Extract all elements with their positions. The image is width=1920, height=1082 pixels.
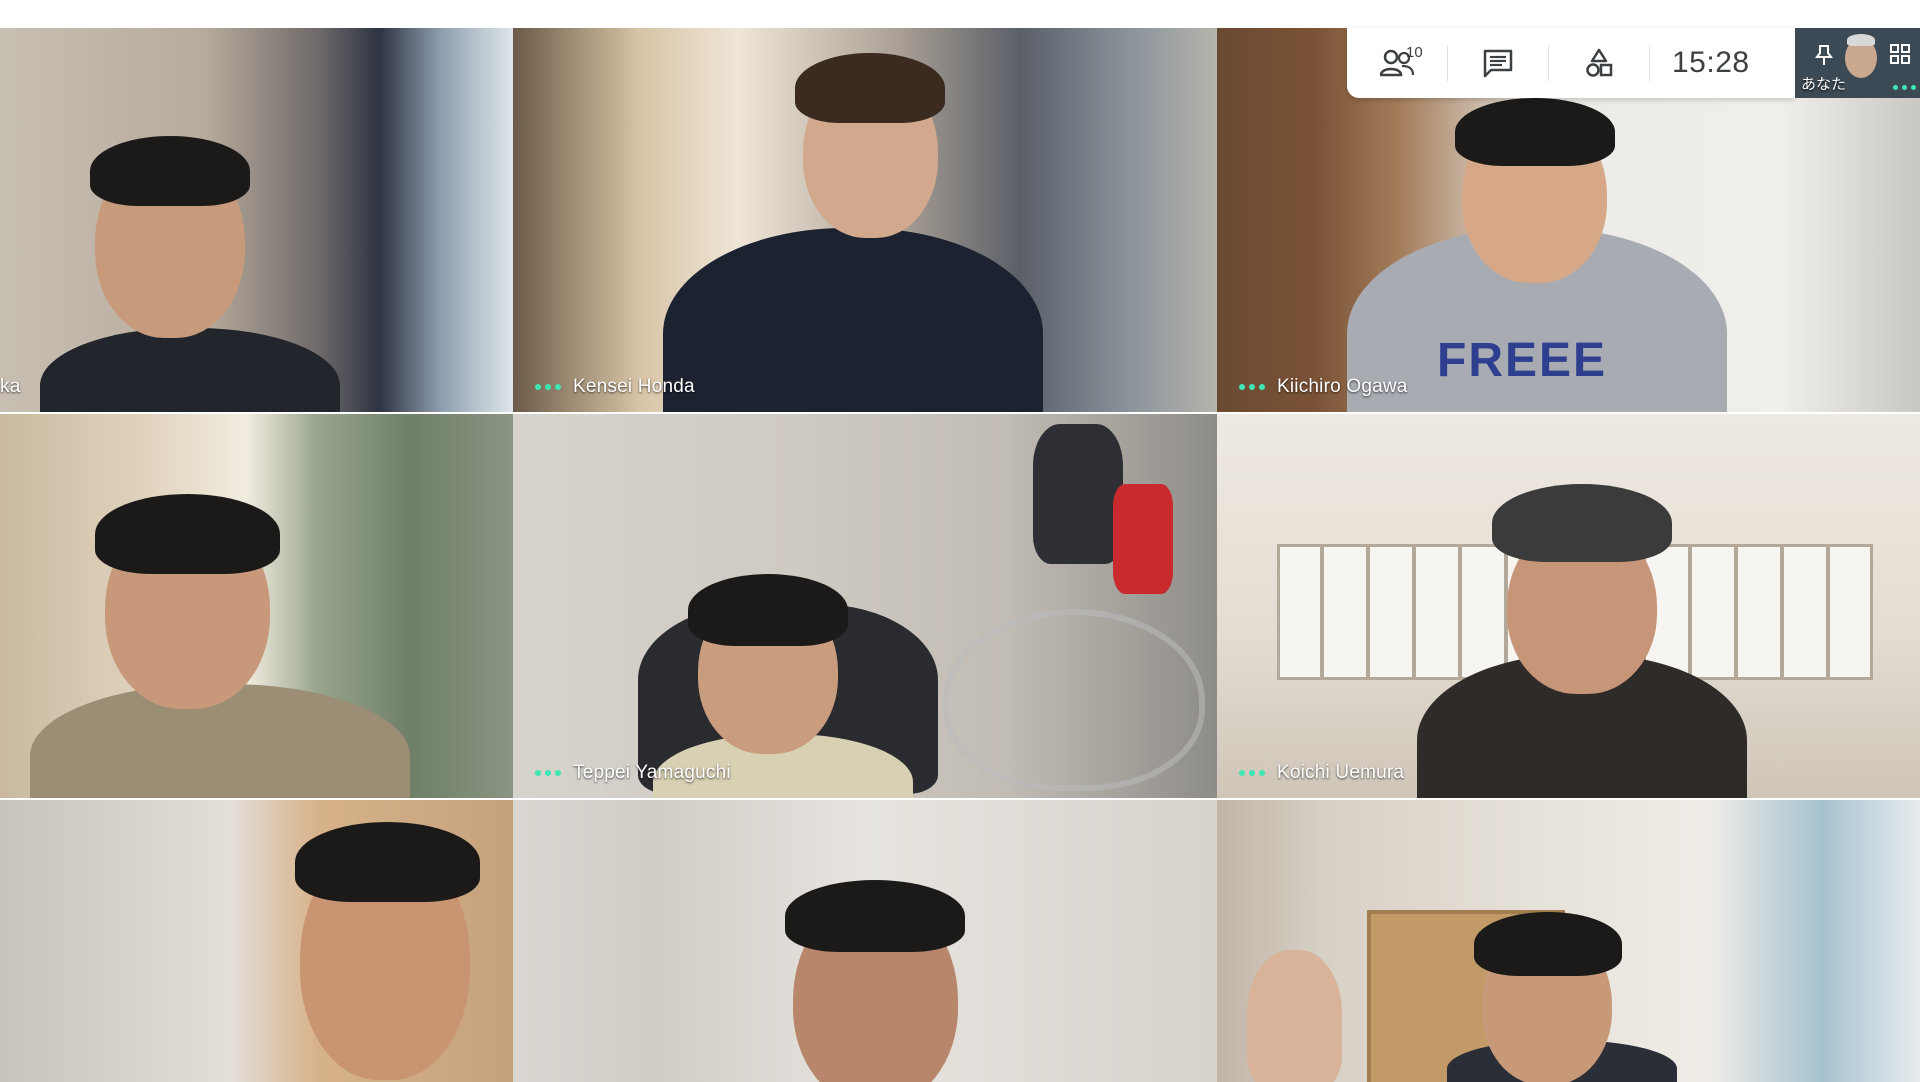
bag-shape: [1033, 424, 1123, 564]
self-hair: [1847, 34, 1875, 46]
participant-name: Kiichiro Ogawa: [1277, 376, 1408, 397]
participant-name-label: Koichi Uemura: [1239, 762, 1404, 784]
chat-button[interactable]: [1448, 28, 1548, 98]
participant-hair: [90, 136, 250, 206]
participant-hair: [785, 880, 965, 952]
activities-button[interactable]: [1549, 28, 1649, 98]
speaking-indicator-icon: [1239, 384, 1265, 390]
participant-name-label: Kiichiro Ogawa: [1239, 376, 1408, 398]
participant-tile-7[interactable]: [0, 800, 513, 1082]
participant-name-label: ka: [0, 376, 20, 398]
meeting-clock: 15:28: [1672, 46, 1750, 79]
participant-name-label: Kensei Honda: [535, 376, 695, 398]
participant-cap: [1492, 484, 1672, 562]
call-toolbar: 10 15:28: [1347, 28, 1795, 98]
chat-icon: [1483, 49, 1513, 78]
red-bag-shape: [1113, 484, 1173, 594]
bicycle-shape: [943, 609, 1205, 791]
waving-hand: [1247, 950, 1342, 1082]
participant-name: Koichi Uemura: [1277, 762, 1405, 783]
toolbar-divider: [1649, 45, 1650, 81]
participants-button[interactable]: 10: [1347, 28, 1447, 98]
speaking-indicator-icon: [535, 384, 561, 390]
participant-name: ka: [0, 376, 21, 397]
speaking-indicator-icon: [535, 770, 561, 776]
participant-hair: [1455, 98, 1615, 166]
participant-name: Teppei Yamaguchi: [573, 762, 731, 783]
participant-tile-2[interactable]: Kensei Honda: [513, 28, 1217, 412]
participant-name-label: Teppei Yamaguchi: [535, 762, 731, 784]
participant-tile-1[interactable]: ka: [0, 28, 513, 412]
shapes-icon: [1586, 48, 1613, 77]
participant-hair: [295, 822, 480, 902]
pin-icon[interactable]: [1815, 44, 1833, 66]
participant-count: 10: [1406, 44, 1423, 61]
participant-tile-8[interactable]: [513, 800, 1217, 1082]
self-view-tile[interactable]: あなた: [1795, 28, 1920, 98]
shirt-text: FREEE: [1437, 334, 1608, 387]
participant-tile-4[interactable]: [0, 414, 513, 798]
participant-hair: [95, 494, 280, 574]
speaking-indicator-icon: [1239, 770, 1265, 776]
participant-hair: [688, 574, 848, 646]
participant-tile-5[interactable]: Teppei Yamaguchi: [513, 414, 1217, 798]
video-grid: ka Kensei Honda FREEE Kiichiro Ogawa Tep…: [0, 28, 1920, 1082]
participant-hair: [1474, 912, 1622, 976]
speaking-indicator-icon: [1893, 85, 1916, 90]
participant-tile-9[interactable]: [1217, 800, 1920, 1082]
participant-name: Kensei Honda: [573, 376, 695, 397]
participant-tile-6[interactable]: Koichi Uemura: [1217, 414, 1920, 798]
grid-layout-icon[interactable]: [1890, 44, 1910, 64]
self-view-label: あなた: [1801, 76, 1847, 93]
participant-hair: [795, 53, 945, 123]
